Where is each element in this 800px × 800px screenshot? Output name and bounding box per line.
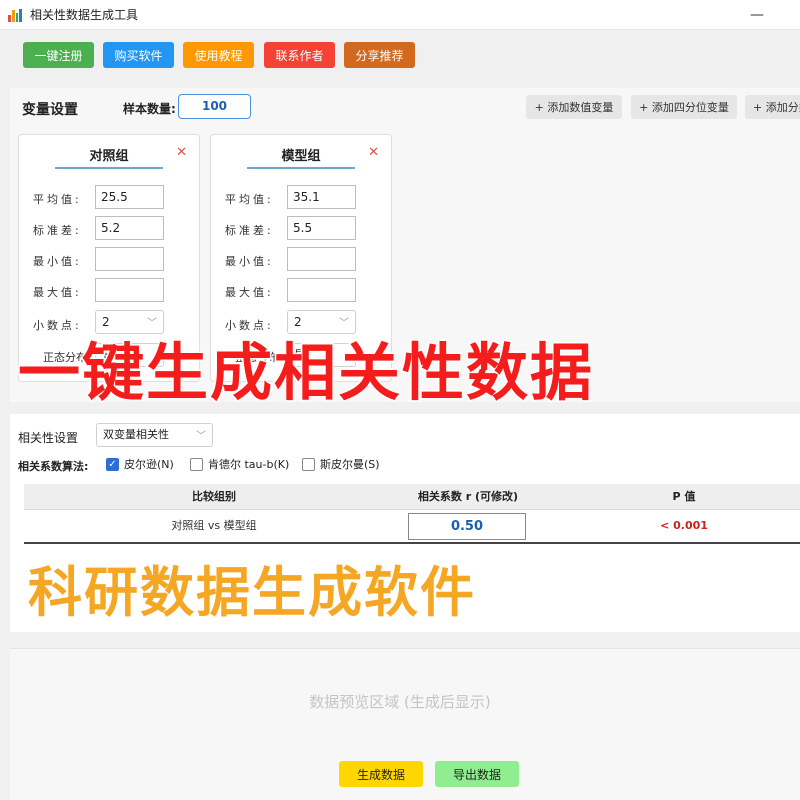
share-button[interactable]: 分享推荐 xyxy=(344,42,415,68)
title-bar: 相关性数据生成工具 — xyxy=(0,0,800,30)
column-header-p: P 值 xyxy=(672,490,696,503)
min-input[interactable] xyxy=(95,247,164,271)
min-label: 最小值: xyxy=(225,255,274,268)
tutorial-button[interactable]: 使用教程 xyxy=(183,42,254,68)
spearman-label: 斯皮尔曼(S) xyxy=(320,458,380,471)
min-label: 最小值: xyxy=(33,255,82,268)
correlation-algorithm-label: 相关系数算法: xyxy=(18,460,89,473)
window-title: 相关性数据生成工具 xyxy=(30,8,139,22)
buy-software-button[interactable]: 购买软件 xyxy=(103,42,174,68)
preview-placeholder: 数据预览区域 (生成后显示) xyxy=(309,693,491,711)
max-label: 最大值: xyxy=(33,286,82,299)
promo-headline: 一键生成相关性数据 xyxy=(16,336,595,409)
decimals-select[interactable]: 2 ﹀ xyxy=(95,310,164,334)
sd-label: 标准差: xyxy=(225,224,274,237)
check-icon: ✓ xyxy=(106,457,119,471)
sample-size-input[interactable]: 100 xyxy=(178,94,251,119)
sd-label: 标准差: xyxy=(33,224,82,237)
sd-input[interactable]: 5.5 xyxy=(287,216,356,240)
column-header-pair: 比较组别 xyxy=(192,490,236,503)
checkbox-empty-icon xyxy=(190,457,203,471)
correlation-r-input[interactable]: 0.50 xyxy=(408,513,526,540)
chevron-down-icon: ﹀ xyxy=(196,431,206,442)
decimals-select[interactable]: 2 ﹀ xyxy=(287,310,356,334)
close-icon[interactable]: ✕ xyxy=(176,145,187,160)
pearson-checkbox[interactable]: ✓ 皮尔逊(N) xyxy=(106,456,174,472)
top-toolbar: 一键注册 购买软件 使用教程 联系作者 分享推荐 xyxy=(0,30,800,82)
decimals-value: 2 xyxy=(102,315,110,329)
decimals-label: 小数点: xyxy=(225,319,274,332)
p-value-cell: < 0.001 xyxy=(660,519,708,532)
correlation-settings-label: 相关性设置 xyxy=(18,431,79,445)
max-input[interactable] xyxy=(95,278,164,302)
checkbox-empty-icon xyxy=(302,457,315,471)
kendall-label: 肯德尔 tau-b(K) xyxy=(208,458,290,471)
mean-label: 平均值: xyxy=(33,193,82,206)
group-name-input[interactable]: 对照组 xyxy=(55,147,163,169)
correlation-table-header: 比较组别 相关系数 r (可修改) P 值 xyxy=(24,484,800,510)
pearson-label: 皮尔逊(N) xyxy=(124,458,174,471)
contact-author-button[interactable]: 联系作者 xyxy=(264,42,335,68)
bar-chart-icon xyxy=(8,8,22,22)
max-input[interactable] xyxy=(287,278,356,302)
column-header-r: 相关系数 r (可修改) xyxy=(417,490,519,503)
sd-input[interactable]: 5.2 xyxy=(95,216,164,240)
mean-input[interactable]: 35.1 xyxy=(287,185,356,209)
generate-data-button[interactable]: 生成数据 xyxy=(339,761,423,787)
min-input[interactable] xyxy=(287,247,356,271)
close-icon[interactable]: ✕ xyxy=(368,145,379,160)
data-preview-panel: 数据预览区域 (生成后显示) 生成数据 导出数据 xyxy=(10,648,800,800)
mean-input[interactable]: 25.5 xyxy=(95,185,164,209)
mean-label: 平均值: xyxy=(225,193,274,206)
correlation-mode-select[interactable]: 双变量相关性 ﹀ xyxy=(96,423,213,447)
kendall-checkbox[interactable]: 肯德尔 tau-b(K) xyxy=(190,456,289,472)
decimals-label: 小数点: xyxy=(33,319,82,332)
variable-settings-title: 变量设置 xyxy=(22,102,78,118)
register-button[interactable]: 一键注册 xyxy=(23,42,94,68)
table-row: 对照组 vs 模型组 0.50 < 0.001 xyxy=(24,510,800,544)
max-label: 最大值: xyxy=(225,286,274,299)
chevron-down-icon: ﹀ xyxy=(339,318,349,329)
correlation-mode-value: 双变量相关性 xyxy=(103,428,169,441)
decimals-value: 2 xyxy=(294,315,302,329)
spearman-checkbox[interactable]: 斯皮尔曼(S) xyxy=(302,456,380,472)
chevron-down-icon: ﹀ xyxy=(147,318,157,329)
add-categorical-variable-button[interactable]: + 添加分类变量 xyxy=(745,95,800,119)
add-quartile-variable-button[interactable]: + 添加四分位变量 xyxy=(631,95,737,119)
promo-subheadline: 科研数据生成软件 xyxy=(27,560,476,626)
sample-size-label: 样本数量: xyxy=(123,102,176,116)
add-numeric-variable-button[interactable]: + 添加数值变量 xyxy=(526,95,622,119)
group-name-input[interactable]: 模型组 xyxy=(247,147,355,169)
pair-cell: 对照组 vs 模型组 xyxy=(171,519,257,532)
minimize-button[interactable]: — xyxy=(742,0,772,30)
export-data-button[interactable]: 导出数据 xyxy=(435,761,519,787)
